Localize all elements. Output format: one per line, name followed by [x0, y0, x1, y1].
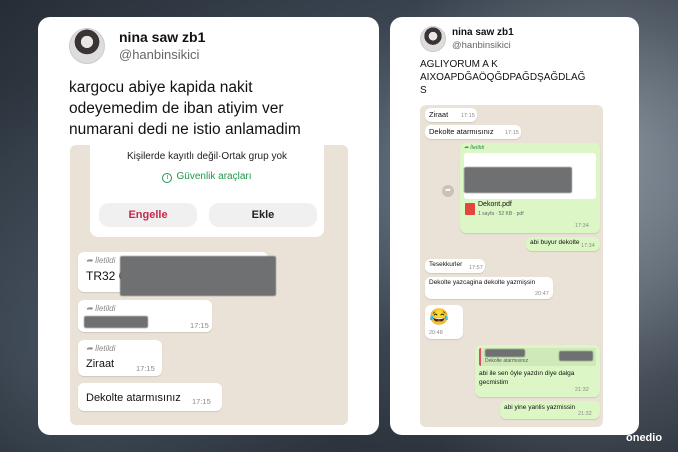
- message-text: Dekolte atarmısınız: [429, 127, 494, 136]
- contact-info: Kişilerde kayıtlı değil·Ortak grup yok: [126, 151, 288, 162]
- user-name[interactable]: nina saw zb1: [452, 27, 514, 38]
- message-text: Ziraat: [429, 110, 449, 119]
- user-name[interactable]: nina saw zb1: [119, 29, 205, 45]
- file-message[interactable]: ➦ İletildi Dekont.pdf 1 sayfa · 52 KB · …: [460, 143, 600, 233]
- message-time: 21:32: [578, 411, 592, 417]
- info-icon: i: [162, 173, 173, 183]
- message-bubble[interactable]: abi yine yanlis yazmissin 21:32: [500, 401, 600, 419]
- user-handle[interactable]: @hanbinsikici: [119, 47, 199, 62]
- redaction-bar: [559, 351, 593, 361]
- message-text: Dekolte yazcagina dekolte yazmişsin: [429, 279, 536, 286]
- file-name: Dekont.pdf: [478, 201, 512, 208]
- forwarded-label: ➦ İletildi: [86, 344, 116, 353]
- whatsapp-screenshot: Ziraat 17:15 Dekolte atarmısınız 17:15 ➦…: [420, 105, 603, 427]
- reply-message[interactable]: Dekolte atarmısınız abi ile sen öyle yaz…: [475, 345, 600, 397]
- forwarded-label: ➦ İletildi: [86, 256, 116, 265]
- tweet-line: AGLIYORUM A K: [420, 59, 498, 70]
- tweet-line: S: [420, 85, 427, 96]
- message-text: abi buyur dekolte: [530, 239, 580, 246]
- pdf-icon: [465, 203, 475, 215]
- message-bubble[interactable]: 😂 20:48: [425, 305, 463, 339]
- avatar[interactable]: [69, 28, 105, 64]
- contact-dialog: Kişilerde kayıtlı değil·Ortak grup yok i…: [90, 145, 324, 237]
- redaction-bar: [464, 167, 572, 193]
- message-bubble[interactable]: ➦ İletildi TR32 C 2: [78, 252, 276, 296]
- message-time: 17:15: [136, 364, 155, 373]
- message-time: 17:15: [461, 113, 475, 119]
- tweet-text: AGLIYORUM A K AIXOAPDĞAÖQĞDPAĞDŞAĞDLAĞ S: [420, 58, 585, 97]
- message-bubble[interactable]: Dekolte atarmısınız 17:15: [425, 125, 521, 139]
- laughing-emoji-icon: 😂: [429, 309, 449, 326]
- message-text: Dekolte atarmısınız: [86, 392, 181, 404]
- message-time: 17:15: [505, 130, 519, 136]
- quoted-text: Dekolte atarmısınız: [485, 358, 529, 364]
- tweet-card-right: nina saw zb1 @hanbinsikici AGLIYORUM A K…: [390, 17, 639, 435]
- message-bubble[interactable]: Ziraat 17:15: [425, 108, 477, 122]
- message-time: 20:47: [535, 291, 549, 297]
- tweet-line: kargocu abiye kapida nakit: [69, 79, 253, 96]
- document-preview: [464, 153, 596, 199]
- share-icon[interactable]: ➦: [442, 185, 454, 197]
- file-meta: 1 sayfa · 52 KB · pdf: [478, 211, 524, 217]
- message-bubble[interactable]: Tesekkurler 17:57: [425, 259, 485, 273]
- redaction-bar: [120, 256, 276, 296]
- message-bubble[interactable]: ➦ İletildi Ziraat 17:15: [78, 340, 162, 376]
- avatar[interactable]: [420, 26, 446, 52]
- tweet-line: odeyemedim de iban atiyim ver: [69, 100, 284, 117]
- message-time: 21:32: [575, 387, 589, 393]
- message-bubble[interactable]: Dekolte atarmısınız 17:15: [78, 383, 222, 411]
- message-time: 17:15: [192, 397, 211, 406]
- whatsapp-screenshot: Kişilerde kayıtlı değil·Ortak grup yok i…: [70, 145, 348, 425]
- message-time: 17:34: [581, 243, 595, 249]
- security-tools[interactable]: i Güvenlik araçları: [90, 171, 324, 183]
- tweet-line: numarani dedi ne istio anlamadim: [69, 121, 301, 138]
- tweet-text: kargocu abiye kapida nakit odeyemedim de…: [69, 77, 301, 140]
- message-text: abi ile sen öyle yazdın diye dalga gecmi…: [479, 370, 575, 386]
- user-handle[interactable]: @hanbinsikici: [452, 40, 511, 51]
- onedio-logo: onedio: [626, 432, 663, 444]
- redaction-bar: [84, 316, 148, 328]
- message-time: 20:48: [429, 330, 443, 336]
- message-bubble[interactable]: Dekolte yazcagina dekolte yazmişsin 20:4…: [425, 277, 553, 299]
- forwarded-label: ➦ İletildi: [464, 145, 485, 151]
- block-button[interactable]: Engelle: [99, 203, 197, 227]
- redaction-bar: [485, 349, 525, 357]
- forwarded-label: ➦ İletildi: [86, 304, 116, 313]
- security-tools-label: Güvenlik araçları: [176, 171, 252, 182]
- message-bubble[interactable]: abi buyur dekolte 17:34: [526, 237, 600, 251]
- message-text: Tesekkurler: [429, 261, 463, 268]
- message-bubble[interactable]: ➦ İletildi 17:15: [78, 300, 212, 332]
- message-text: Ziraat: [86, 358, 115, 370]
- message-text: abi yine yanlis yazmissin: [504, 404, 576, 411]
- add-button[interactable]: Ekle: [209, 203, 317, 227]
- tweet-card-left: nina saw zb1 @hanbinsikici kargocu abiye…: [38, 17, 379, 435]
- message-time: 17:15: [190, 321, 209, 330]
- message-time: 17:57: [469, 265, 483, 271]
- message-time: 17:34: [575, 223, 589, 229]
- tweet-line: AIXOAPDĞAÖQĞDPAĞDŞAĞDLAĞ: [420, 72, 586, 83]
